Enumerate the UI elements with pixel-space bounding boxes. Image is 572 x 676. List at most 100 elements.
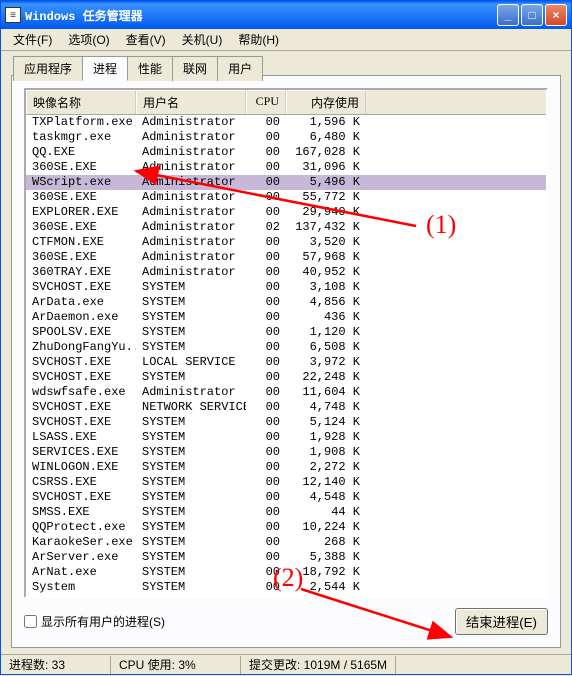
table-row[interactable]: ArNat.exeSYSTEM0018,792 K	[26, 565, 546, 580]
tab-strip: 应用程序 进程 性能 联网 用户	[13, 55, 565, 80]
menu-help[interactable]: 帮助(H)	[230, 29, 287, 50]
cell-image: 360TRAY.EXE	[26, 265, 136, 280]
cell-cpu: 00	[246, 325, 286, 340]
show-all-users-checkbox[interactable]: 显示所有用户的进程(S)	[24, 613, 165, 630]
cell-user: Administrator	[136, 250, 246, 265]
table-row[interactable]: QQ.EXEAdministrator00167,028 K	[26, 145, 546, 160]
cell-image: EXPLORER.EXE	[26, 205, 136, 220]
table-row[interactable]: SVCHOST.EXENETWORK SERVICE004,748 K	[26, 400, 546, 415]
cell-cpu: 00	[246, 190, 286, 205]
cell-cpu: 00	[246, 280, 286, 295]
cell-mem: 16 K	[286, 595, 366, 598]
table-row[interactable]: SMSS.EXESYSTEM0044 K	[26, 505, 546, 520]
cell-mem: 4,548 K	[286, 490, 366, 505]
col-user-name[interactable]: 用户名	[136, 90, 246, 114]
table-row[interactable]: System Idle P...SYSTEM9816 K	[26, 595, 546, 598]
tab-processes[interactable]: 进程	[82, 56, 128, 81]
cell-user: SYSTEM	[136, 595, 246, 598]
cell-mem: 5,124 K	[286, 415, 366, 430]
table-row[interactable]: SERVICES.EXESYSTEM001,908 K	[26, 445, 546, 460]
table-row[interactable]: ZhuDongFangYu...SYSTEM006,508 K	[26, 340, 546, 355]
table-row[interactable]: 360SE.EXEAdministrator0031,096 K	[26, 160, 546, 175]
cell-cpu: 98	[246, 595, 286, 598]
table-row[interactable]: KaraokeSer.exeSYSTEM00268 K	[26, 535, 546, 550]
cell-mem: 6,508 K	[286, 340, 366, 355]
minimize-button[interactable]: _	[497, 4, 519, 26]
tab-performance[interactable]: 性能	[127, 56, 173, 81]
table-row[interactable]: taskmgr.exeAdministrator006,480 K	[26, 130, 546, 145]
cell-image: WINLOGON.EXE	[26, 460, 136, 475]
cell-mem: 3,520 K	[286, 235, 366, 250]
table-row[interactable]: ArServer.exeSYSTEM005,388 K	[26, 550, 546, 565]
cell-mem: 57,968 K	[286, 250, 366, 265]
cell-user: SYSTEM	[136, 475, 246, 490]
table-row[interactable]: SPOOLSV.EXESYSTEM001,120 K	[26, 325, 546, 340]
col-cpu[interactable]: CPU	[246, 90, 286, 114]
status-commit-charge: 提交更改: 1019M / 5165M	[241, 656, 396, 674]
cell-image: ArData.exe	[26, 295, 136, 310]
menu-file[interactable]: 文件(F)	[5, 29, 60, 50]
table-row[interactable]: ArDaemon.exeSYSTEM00436 K	[26, 310, 546, 325]
tab-users[interactable]: 用户	[217, 56, 263, 81]
table-row[interactable]: SystemSYSTEM002,544 K	[26, 580, 546, 595]
cell-mem: 11,604 K	[286, 385, 366, 400]
process-list[interactable]: 映像名称 用户名 CPU 内存使用 TXPlatform.exeAdminist…	[24, 88, 548, 598]
menu-view[interactable]: 查看(V)	[118, 29, 174, 50]
table-row[interactable]: LSASS.EXESYSTEM001,928 K	[26, 430, 546, 445]
cell-mem: 1,928 K	[286, 430, 366, 445]
table-row[interactable]: 360SE.EXEAdministrator0055,772 K	[26, 190, 546, 205]
titlebar[interactable]: ≡ Windows 任务管理器 _ □ ×	[1, 1, 571, 29]
cell-image: SMSS.EXE	[26, 505, 136, 520]
cell-user: SYSTEM	[136, 430, 246, 445]
table-row[interactable]: CSRSS.EXESYSTEM0012,140 K	[26, 475, 546, 490]
col-image-name[interactable]: 映像名称	[26, 90, 136, 114]
table-row[interactable]: QQProtect.exeSYSTEM0010,224 K	[26, 520, 546, 535]
cell-cpu: 00	[246, 160, 286, 175]
table-row[interactable]: SVCHOST.EXESYSTEM003,108 K	[26, 280, 546, 295]
tab-networking[interactable]: 联网	[172, 56, 218, 81]
tab-applications[interactable]: 应用程序	[13, 56, 83, 81]
close-button[interactable]: ×	[545, 4, 567, 26]
cell-mem: 5,496 K	[286, 175, 366, 190]
end-process-button[interactable]: 结束进程(E)	[455, 608, 548, 635]
table-row[interactable]: SVCHOST.EXESYSTEM004,548 K	[26, 490, 546, 505]
task-manager-window: ≡ Windows 任务管理器 _ □ × 文件(F) 选项(O) 查看(V) …	[0, 0, 572, 675]
table-row[interactable]: SVCHOST.EXELOCAL SERVICE003,972 K	[26, 355, 546, 370]
table-row[interactable]: SVCHOST.EXESYSTEM005,124 K	[26, 415, 546, 430]
processes-panel: 映像名称 用户名 CPU 内存使用 TXPlatform.exeAdminist…	[11, 75, 561, 648]
cell-mem: 5,388 K	[286, 550, 366, 565]
table-row[interactable]: ArData.exeSYSTEM004,856 K	[26, 295, 546, 310]
table-row[interactable]: CTFMON.EXEAdministrator003,520 K	[26, 235, 546, 250]
table-row[interactable]: SVCHOST.EXESYSTEM0022,248 K	[26, 370, 546, 385]
table-row[interactable]: TXPlatform.exeAdministrator001,596 K	[26, 115, 546, 130]
table-row[interactable]: WINLOGON.EXESYSTEM002,272 K	[26, 460, 546, 475]
cell-user: Administrator	[136, 160, 246, 175]
show-all-users-input[interactable]	[24, 615, 37, 628]
table-row[interactable]: 360SE.EXEAdministrator02137,432 K	[26, 220, 546, 235]
table-row[interactable]: wdswfsafe.exeAdministrator0011,604 K	[26, 385, 546, 400]
cell-image: wdswfsafe.exe	[26, 385, 136, 400]
cell-mem: 436 K	[286, 310, 366, 325]
statusbar: 进程数: 33 CPU 使用: 3% 提交更改: 1019M / 5165M	[1, 654, 571, 674]
cell-cpu: 00	[246, 295, 286, 310]
table-row[interactable]: WScript.exeAdministrator005,496 K	[26, 175, 546, 190]
cell-cpu: 00	[246, 205, 286, 220]
table-row[interactable]: 360TRAY.EXEAdministrator0040,952 K	[26, 265, 546, 280]
cell-cpu: 00	[246, 400, 286, 415]
table-row[interactable]: EXPLORER.EXEAdministrator0029,940 K	[26, 205, 546, 220]
cell-mem: 137,432 K	[286, 220, 366, 235]
maximize-button[interactable]: □	[521, 4, 543, 26]
cell-mem: 44 K	[286, 505, 366, 520]
cell-user: SYSTEM	[136, 310, 246, 325]
cell-cpu: 00	[246, 580, 286, 595]
cell-image: QQ.EXE	[26, 145, 136, 160]
cell-cpu: 00	[246, 460, 286, 475]
cell-mem: 29,940 K	[286, 205, 366, 220]
cell-image: SPOOLSV.EXE	[26, 325, 136, 340]
col-memory[interactable]: 内存使用	[286, 90, 366, 114]
menu-options[interactable]: 选项(O)	[60, 29, 117, 50]
menu-shutdown[interactable]: 关机(U)	[174, 29, 231, 50]
cell-cpu: 00	[246, 385, 286, 400]
table-row[interactable]: 360SE.EXEAdministrator0057,968 K	[26, 250, 546, 265]
cell-image: 360SE.EXE	[26, 160, 136, 175]
